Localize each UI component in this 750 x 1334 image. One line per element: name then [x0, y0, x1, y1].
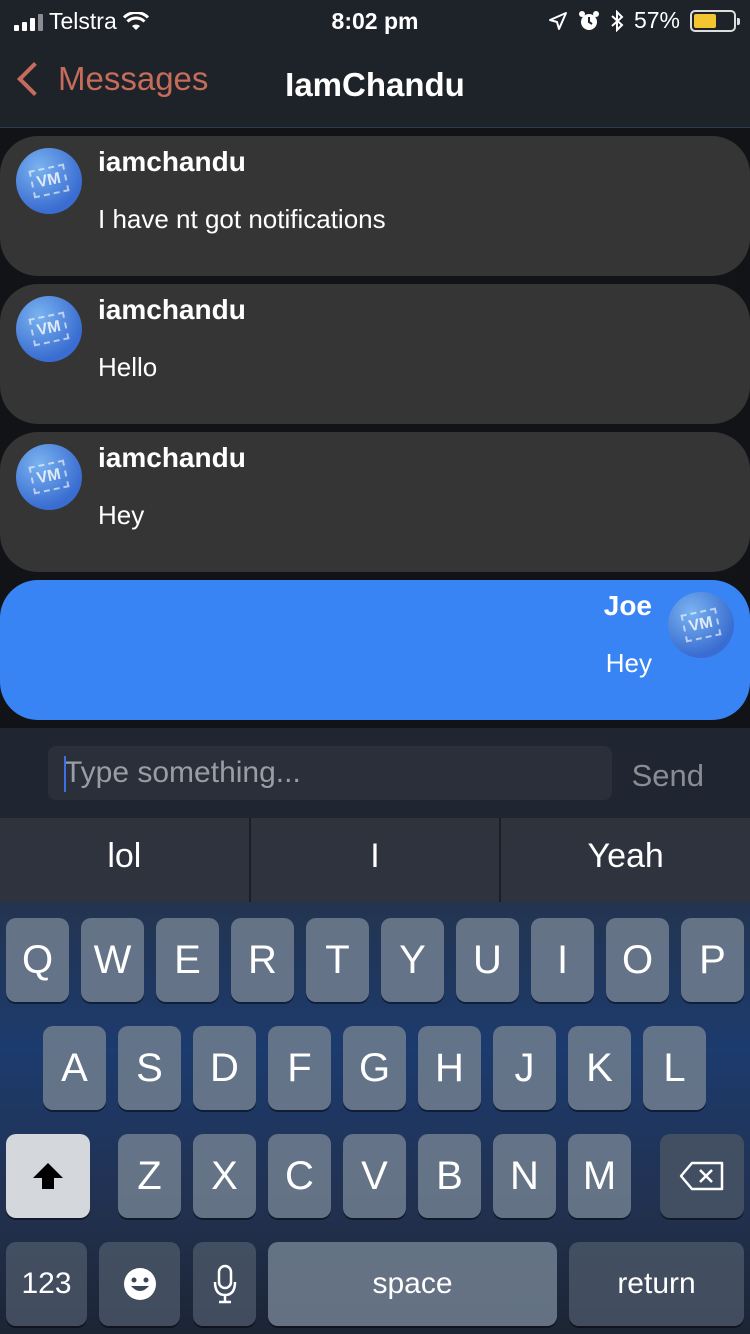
bluetooth-icon: [611, 9, 624, 32]
keyboard: lol I Yeah Q W E R T Y U I O P A S D F G…: [0, 818, 750, 1334]
avatar[interactable]: VM: [16, 444, 82, 510]
predictive-bar: lol I Yeah: [0, 818, 750, 902]
message-text: Hello: [98, 352, 158, 382]
message-input-placeholder: Type something...: [64, 756, 301, 789]
send-button[interactable]: Send: [632, 758, 704, 794]
text-caret: [64, 756, 66, 792]
location-icon: [548, 11, 567, 30]
key-w[interactable]: W: [81, 918, 144, 1002]
composer-bar: Type something... Send: [0, 728, 750, 818]
key-b[interactable]: B: [418, 1134, 481, 1218]
key-p[interactable]: P: [681, 918, 744, 1002]
message-bubble[interactable]: VM iamchandu I have nt got notifications: [0, 136, 750, 276]
key-e[interactable]: E: [156, 918, 219, 1002]
message-text: Hey: [98, 500, 145, 530]
avatar[interactable]: VM: [668, 592, 734, 658]
message-author: Joe: [603, 590, 652, 621]
key-z[interactable]: Z: [118, 1134, 181, 1218]
key-o[interactable]: O: [606, 918, 669, 1002]
prediction-suggestion[interactable]: Yeah: [501, 818, 750, 902]
shift-icon: [33, 1163, 63, 1189]
shift-key[interactable]: [6, 1134, 90, 1218]
message-input[interactable]: Type something...: [48, 746, 612, 800]
avatar[interactable]: VM: [16, 148, 82, 214]
numbers-key[interactable]: 123: [6, 1242, 87, 1326]
message-bubble[interactable]: VM iamchandu Hey: [0, 432, 750, 572]
backspace-icon: [679, 1161, 724, 1191]
dictation-key[interactable]: [193, 1242, 256, 1326]
page-title: IamChandu: [285, 66, 465, 103]
key-d[interactable]: D: [193, 1026, 256, 1110]
key-a[interactable]: A: [43, 1026, 106, 1110]
key-n[interactable]: N: [493, 1134, 556, 1218]
status-bar: Telstra 8:02 pm 57%: [0, 0, 750, 40]
key-r[interactable]: R: [231, 918, 294, 1002]
key-h[interactable]: H: [418, 1026, 481, 1110]
return-key[interactable]: return: [569, 1242, 744, 1326]
key-l[interactable]: L: [643, 1026, 706, 1110]
key-i[interactable]: I: [531, 918, 594, 1002]
key-f[interactable]: F: [268, 1026, 331, 1110]
key-s[interactable]: S: [118, 1026, 181, 1110]
battery-icon: [690, 9, 740, 32]
message-author: iamchandu: [98, 146, 246, 177]
message-text: I have nt got notifications: [98, 204, 386, 234]
emoji-icon: [123, 1268, 156, 1300]
key-j[interactable]: J: [493, 1026, 556, 1110]
message-author: iamchandu: [98, 442, 246, 473]
message-text: Hey: [605, 648, 652, 678]
key-x[interactable]: X: [193, 1134, 256, 1218]
battery-percent: 57%: [633, 7, 680, 33]
message-bubble-outgoing[interactable]: VM Joe Hey: [0, 580, 750, 720]
key-y[interactable]: Y: [381, 918, 444, 1002]
key-t[interactable]: T: [306, 918, 369, 1002]
emoji-key[interactable]: [99, 1242, 180, 1326]
key-k[interactable]: K: [568, 1026, 631, 1110]
message-bubble[interactable]: VM iamchandu Hello: [0, 284, 750, 424]
key-m[interactable]: M: [568, 1134, 631, 1218]
key-u[interactable]: U: [456, 918, 519, 1002]
key-v[interactable]: V: [343, 1134, 406, 1218]
alarm-icon: [578, 10, 599, 30]
key-c[interactable]: C: [268, 1134, 331, 1218]
prediction-suggestion[interactable]: I: [250, 818, 502, 902]
space-key[interactable]: space: [268, 1242, 557, 1326]
message-author: iamchandu: [98, 294, 246, 325]
key-q[interactable]: Q: [6, 918, 69, 1002]
microphone-icon: [213, 1264, 236, 1304]
prediction-suggestion[interactable]: lol: [0, 818, 251, 902]
avatar[interactable]: VM: [16, 296, 82, 362]
navigation-bar: Messages IamChandu: [0, 40, 750, 128]
key-g[interactable]: G: [343, 1026, 406, 1110]
delete-key[interactable]: [660, 1134, 744, 1218]
